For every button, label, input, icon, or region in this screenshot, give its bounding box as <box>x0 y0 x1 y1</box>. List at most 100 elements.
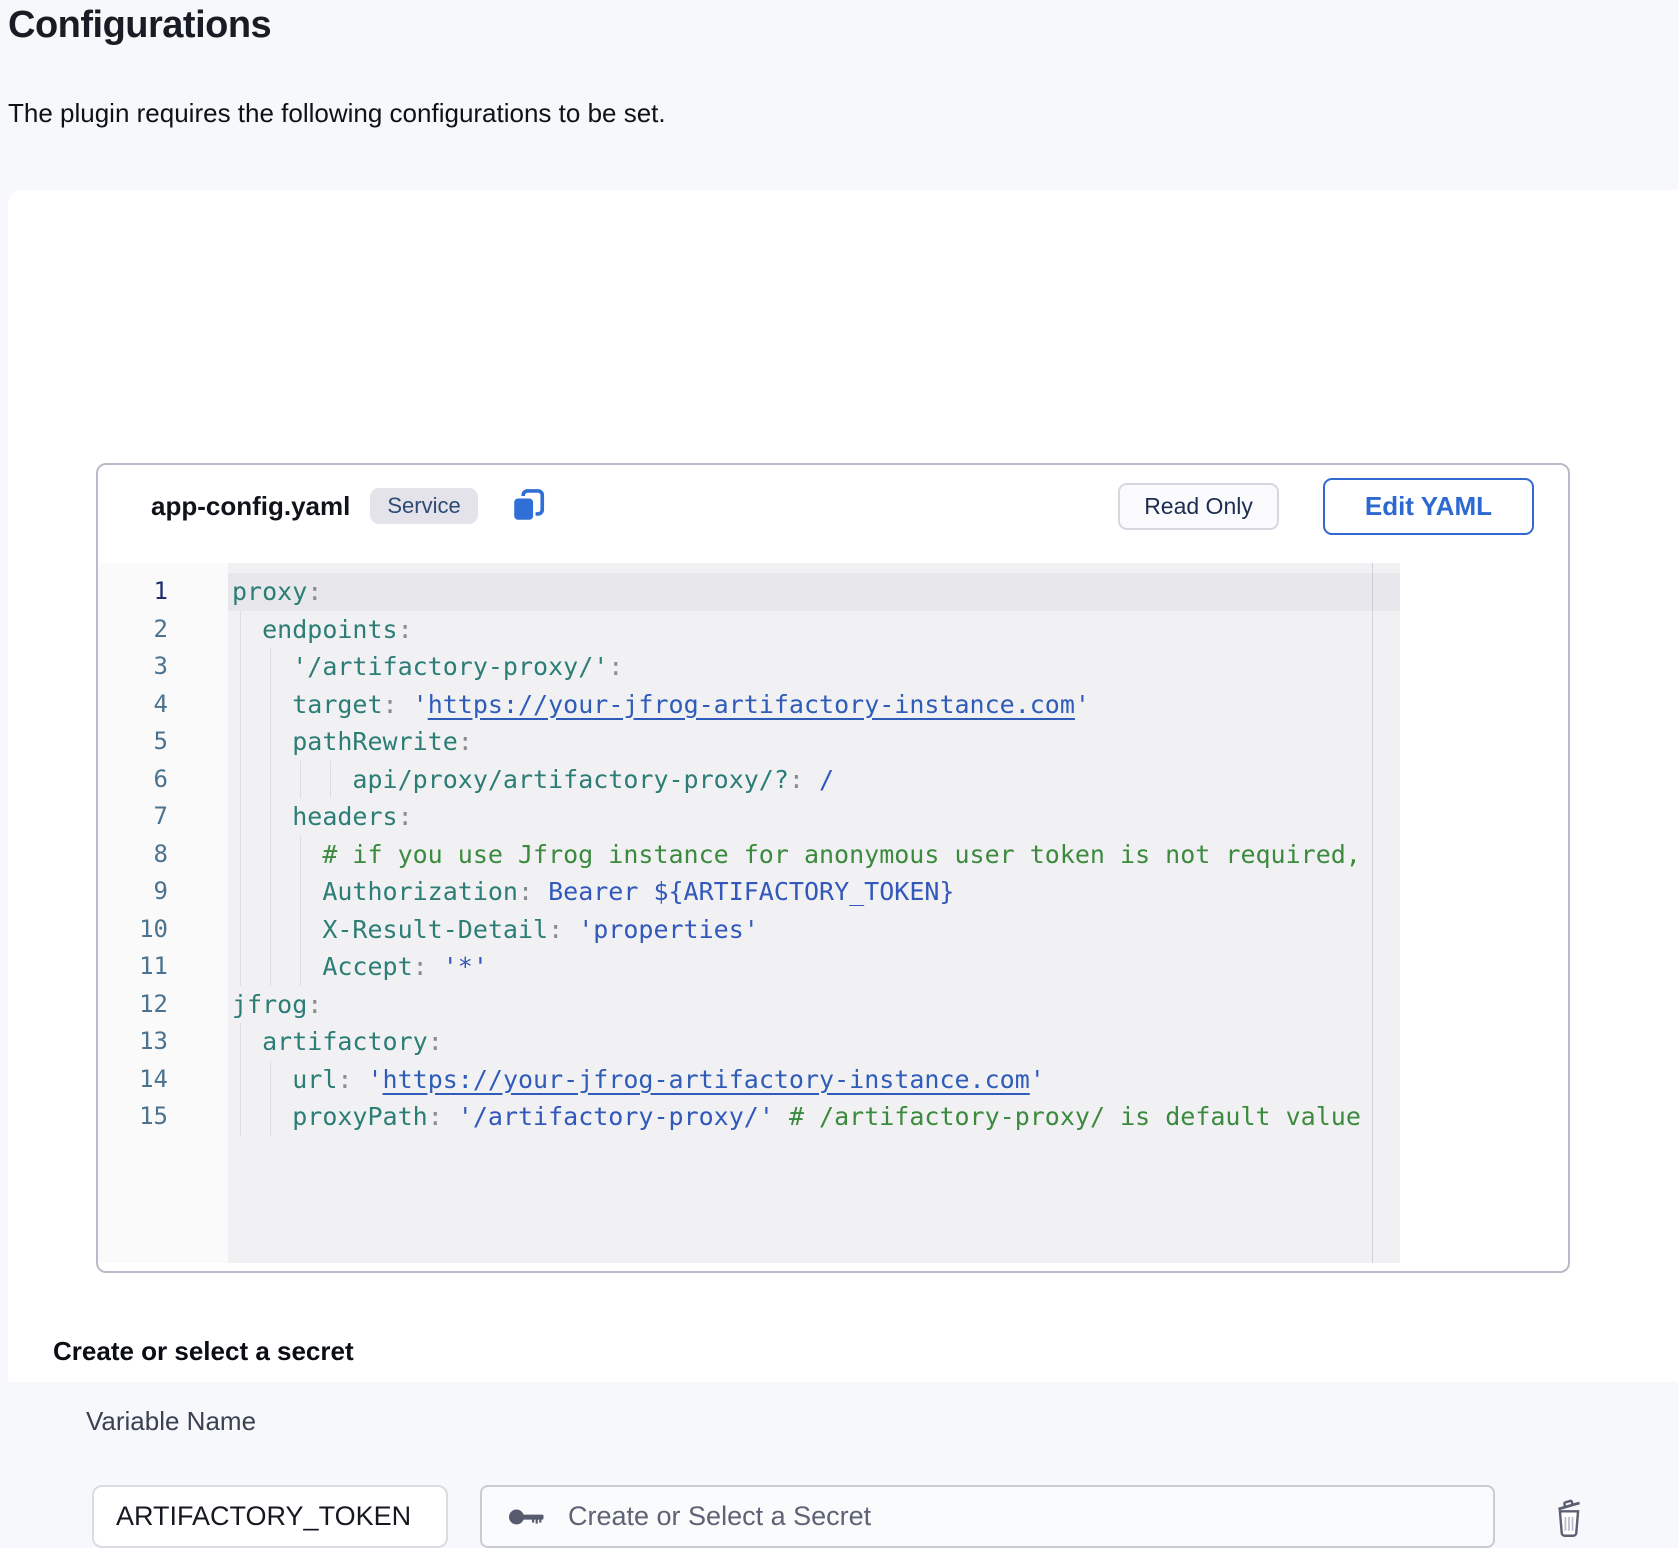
copy-icon <box>509 487 547 525</box>
indent-guide <box>240 686 241 724</box>
indent-guide <box>270 686 271 724</box>
indent-guide <box>300 948 301 986</box>
code-token: ' <box>1075 690 1090 719</box>
edit-yaml-button[interactable]: Edit YAML <box>1323 478 1534 535</box>
line-number: 11 <box>98 948 228 986</box>
line-number: 3 <box>98 648 228 686</box>
code-token: Authorization <box>322 877 518 906</box>
code-token: : <box>548 915 578 944</box>
indent-guide <box>270 836 271 874</box>
code-token: '/artifactory-proxy/' <box>292 652 608 681</box>
code-token: : <box>608 652 623 681</box>
code-token: 'properties' <box>578 915 759 944</box>
code-token: : <box>337 1065 367 1094</box>
indent-guide <box>240 873 241 911</box>
indent-guide <box>330 761 331 799</box>
indent-guide <box>240 611 241 649</box>
card-header: app-config.yaml Service Read Only Edit Y… <box>98 465 1568 563</box>
yaml-code-editor[interactable]: 1proxy:2 endpoints:3 '/artifactory-proxy… <box>98 563 1400 1263</box>
line-number: 9 <box>98 873 228 911</box>
secret-select-placeholder: Create or Select a Secret <box>568 1501 871 1532</box>
indent-guide <box>240 723 241 761</box>
indent-guide <box>300 836 301 874</box>
indent-guide <box>300 911 301 949</box>
line-number: 15 <box>98 1098 228 1136</box>
code-line: 8 # if you use Jfrog instance for anonym… <box>98 836 1400 874</box>
code-text: target: 'https://your-jfrog-artifactory-… <box>228 686 1400 724</box>
line-number: 8 <box>98 836 228 874</box>
code-token: pathRewrite <box>292 727 458 756</box>
code-line: 9 Authorization: Bearer ${ARTIFACTORY_TO… <box>98 873 1400 911</box>
indent-guide <box>270 948 271 986</box>
code-token: ' <box>413 690 428 719</box>
yaml-config-card: app-config.yaml Service Read Only Edit Y… <box>96 463 1570 1273</box>
code-line: 11 Accept: '*' <box>98 948 1400 986</box>
trash-icon[interactable] <box>1547 1495 1591 1539</box>
code-token: ' <box>367 1065 382 1094</box>
code-token: : <box>398 802 413 831</box>
indent-guide <box>240 1023 241 1061</box>
read-only-button[interactable]: Read Only <box>1118 483 1279 530</box>
code-token: '/artifactory-proxy/' <box>458 1102 774 1131</box>
indent-guide <box>240 836 241 874</box>
service-badge: Service <box>370 488 477 524</box>
code-token: : <box>428 1027 443 1056</box>
code-line: 10 X-Result-Detail: 'properties' <box>98 911 1400 949</box>
indent-guide <box>270 1061 271 1099</box>
code-line: 13 artifactory: <box>98 1023 1400 1061</box>
code-token: ' <box>1030 1065 1045 1094</box>
code-token: '*' <box>443 952 488 981</box>
code-token: url <box>292 1065 337 1094</box>
code-text: Authorization: Bearer ${ARTIFACTORY_TOKE… <box>228 873 1400 911</box>
code-text: X-Result-Detail: 'properties' <box>228 911 1400 949</box>
variable-name-input[interactable] <box>92 1485 448 1548</box>
indent-guide <box>300 761 301 799</box>
code-token: # /artifactory-proxy/ is default value <box>789 1102 1361 1131</box>
code-token: : <box>789 765 819 794</box>
code-line: 3 '/artifactory-proxy/': <box>98 648 1400 686</box>
code-token: : <box>398 615 413 644</box>
code-token: artifactory <box>262 1027 428 1056</box>
page-subtitle: The plugin requires the following config… <box>8 98 666 129</box>
code-token: / <box>819 765 834 794</box>
code-link[interactable]: https://your-jfrog-artifactory-instance.… <box>383 1065 1030 1094</box>
code-token: # if you use Jfrog instance for anonymou… <box>322 840 1361 869</box>
code-text: # if you use Jfrog instance for anonymou… <box>228 836 1400 874</box>
line-number: 12 <box>98 986 228 1024</box>
line-number: 4 <box>98 686 228 724</box>
copy-icon[interactable] <box>508 486 548 526</box>
code-text: api/proxy/artifactory-proxy/?: / <box>228 761 1400 799</box>
code-token: api/proxy/artifactory-proxy/? <box>352 765 789 794</box>
key-icon <box>508 1506 548 1528</box>
code-line: 14 url: 'https://your-jfrog-artifactory-… <box>98 1061 1400 1099</box>
code-text: url: 'https://your-jfrog-artifactory-ins… <box>228 1061 1400 1099</box>
line-number: 10 <box>98 911 228 949</box>
code-text: '/artifactory-proxy/': <box>228 648 1400 686</box>
code-text: proxyPath: '/artifactory-proxy/' # /arti… <box>228 1098 1400 1136</box>
code-line: 6 api/proxy/artifactory-proxy/?: / <box>98 761 1400 799</box>
page-title: Configurations <box>8 4 271 47</box>
code-token: headers <box>292 802 397 831</box>
code-token: proxy <box>232 577 307 606</box>
code-token: : <box>413 952 443 981</box>
line-number: 13 <box>98 1023 228 1061</box>
code-token: target <box>292 690 382 719</box>
code-token: endpoints <box>262 615 397 644</box>
secret-select-field[interactable]: Create or Select a Secret <box>480 1485 1495 1548</box>
indent-guide <box>270 648 271 686</box>
line-number: 5 <box>98 723 228 761</box>
indent-guide <box>270 798 271 836</box>
indent-guide <box>270 723 271 761</box>
code-token: X-Result-Detail <box>322 915 548 944</box>
code-token: : <box>458 727 473 756</box>
indent-guide <box>240 911 241 949</box>
code-link[interactable]: https://your-jfrog-artifactory-instance.… <box>428 690 1075 719</box>
code-line: 1proxy: <box>98 573 1400 611</box>
indent-guide <box>240 648 241 686</box>
code-line: 2 endpoints: <box>98 611 1400 649</box>
code-line: 7 headers: <box>98 798 1400 836</box>
code-text: Accept: '*' <box>228 948 1400 986</box>
secret-section-heading: Create or select a secret <box>53 1336 354 1367</box>
content-panel: app-config.yaml Service Read Only Edit Y… <box>8 190 1678 1382</box>
indent-guide <box>270 911 271 949</box>
